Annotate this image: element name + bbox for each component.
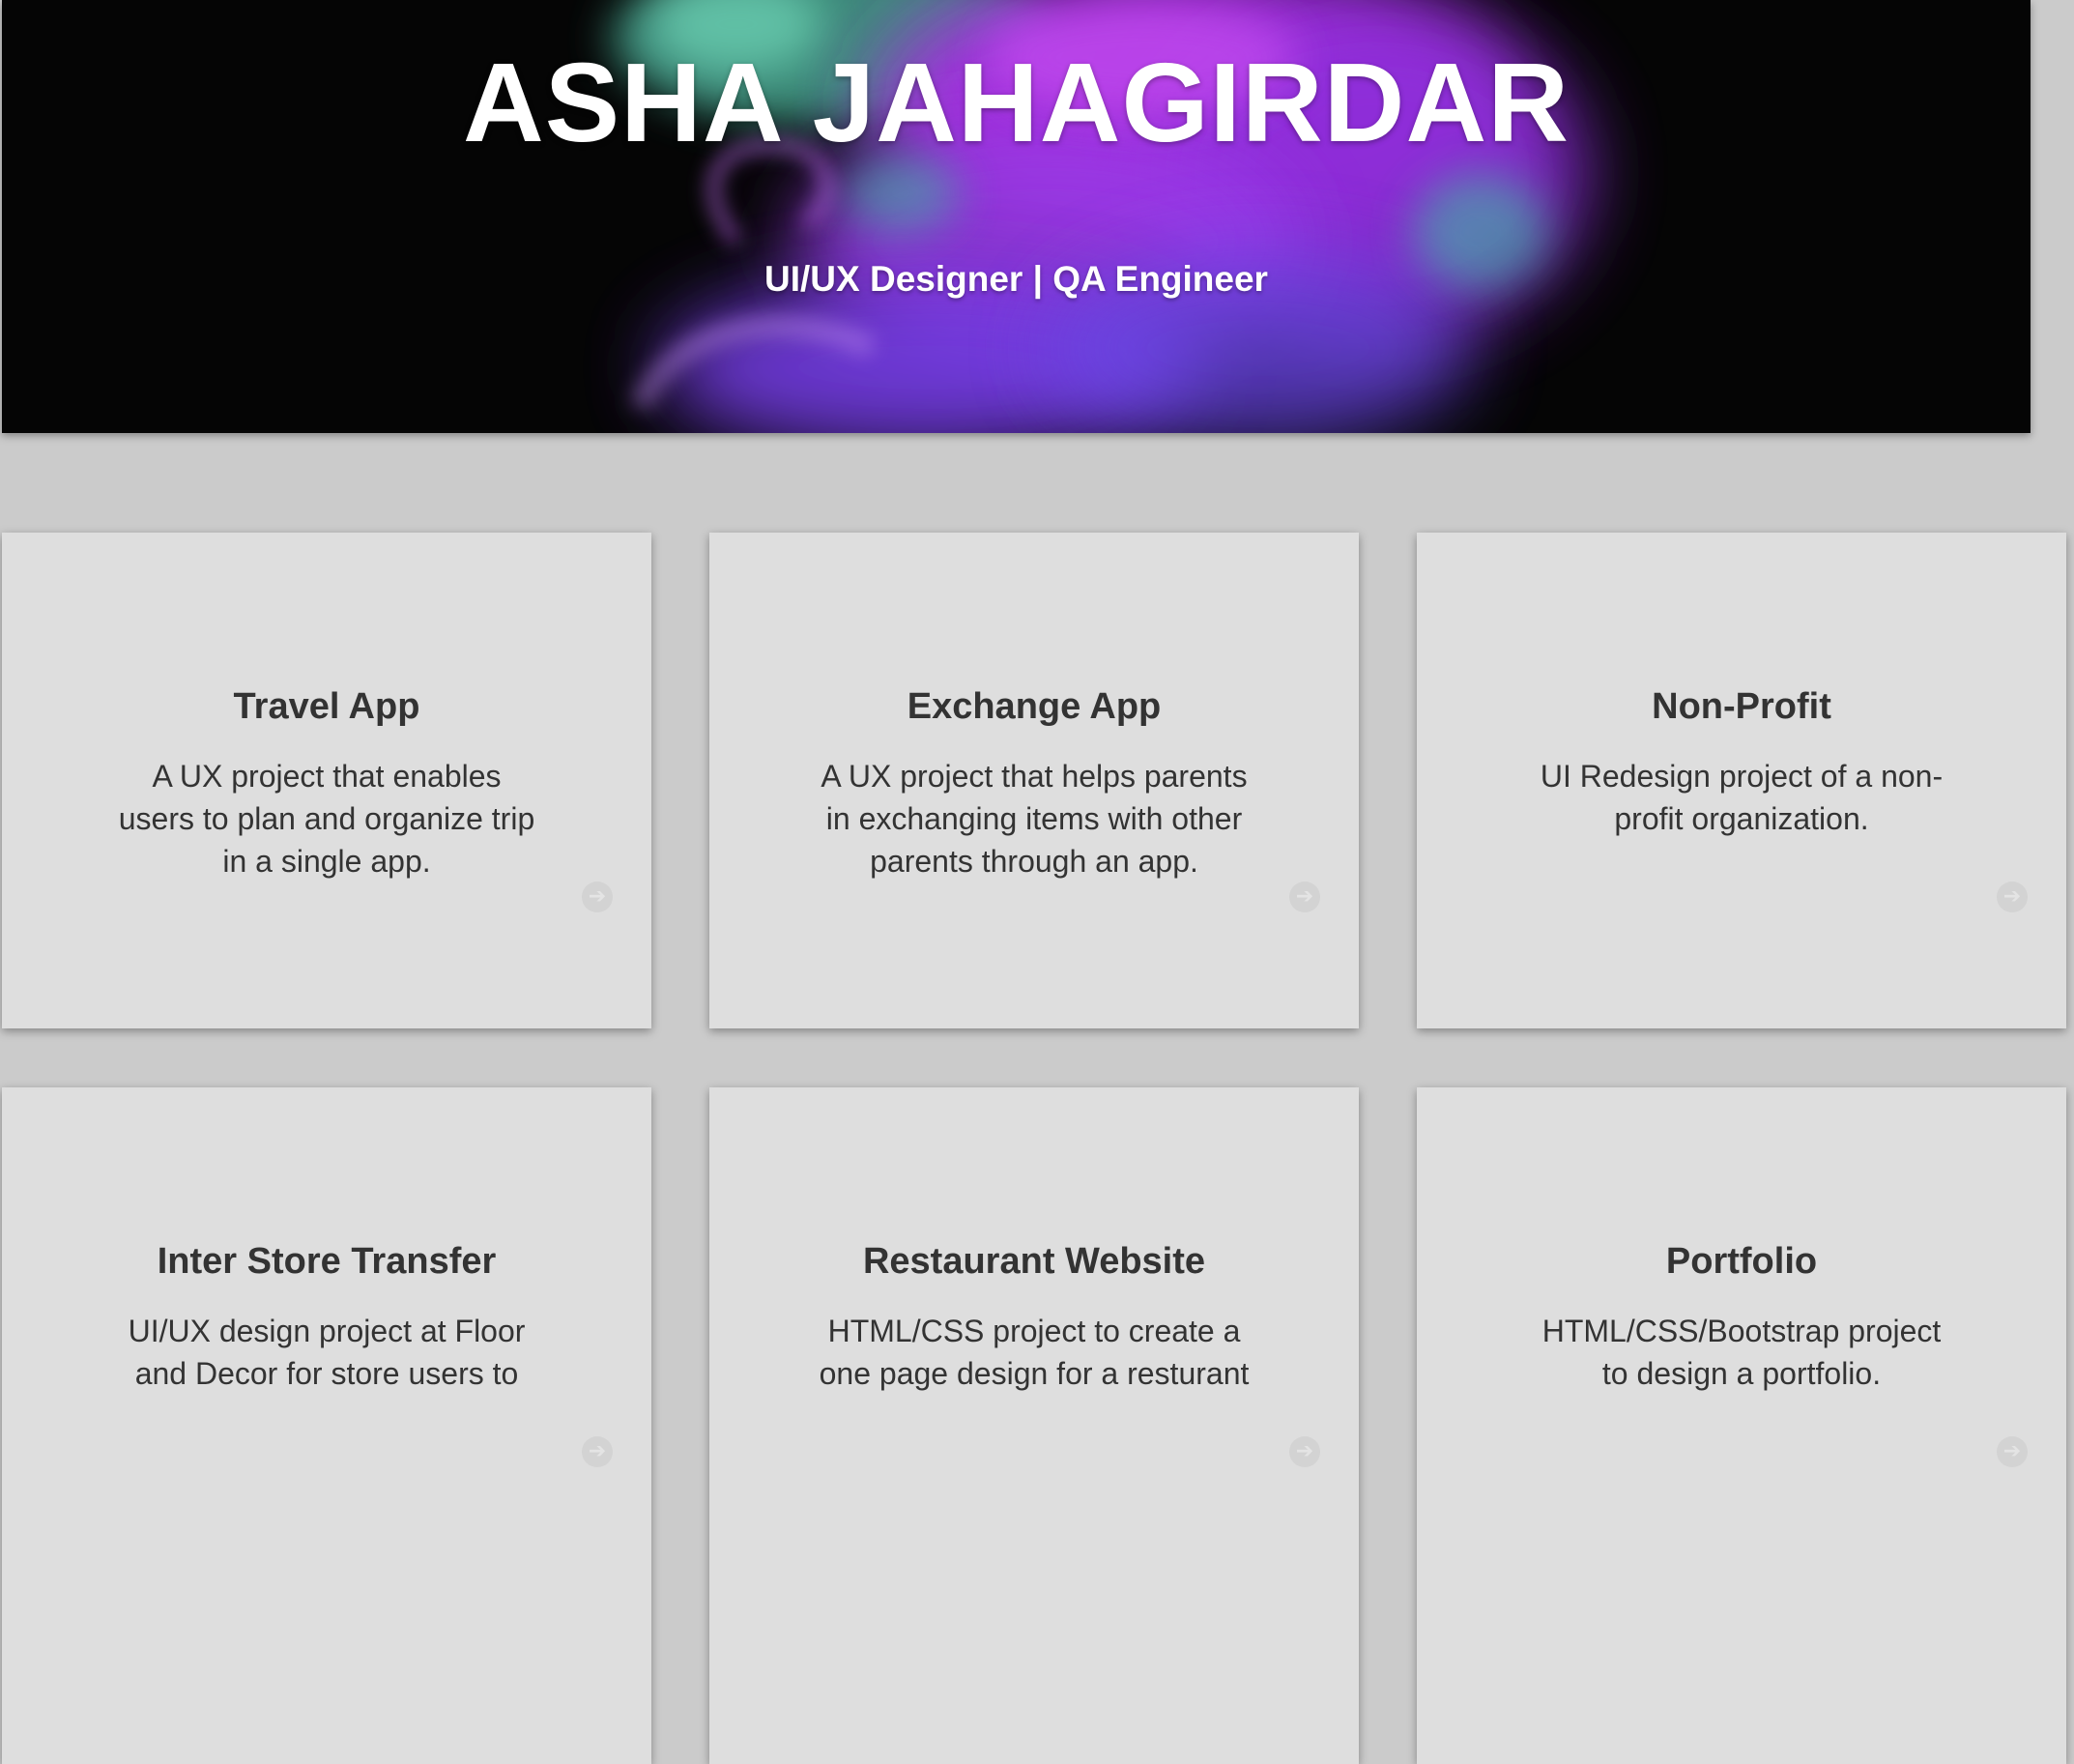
project-description: UI Redesign project of a non-profit orga… <box>1540 759 1944 836</box>
project-card-inter-store-transfer[interactable]: Inter Store Transfer UI/UX design projec… <box>2 1087 651 1764</box>
arrow-right-circle-icon[interactable]: ➔ <box>582 882 613 912</box>
project-card-restaurant-website[interactable]: Restaurant Website HTML/CSS project to c… <box>709 1087 1359 1764</box>
project-description: UI/UX design project at Floor and Decor … <box>128 1314 526 1391</box>
project-card-exchange-app[interactable]: Exchange App A UX project that helps par… <box>709 533 1359 1028</box>
project-title: Non-Profit <box>1652 686 1831 727</box>
project-card-portfolio[interactable]: Portfolio HTML/CSS/Bootstrap project to … <box>1417 1087 2066 1764</box>
hero-subtitle: UI/UX Designer | QA Engineer <box>764 259 1268 299</box>
hero-banner: ASHA JAHAGIRDAR UI/UX Designer | QA Engi… <box>2 0 2031 433</box>
project-description: HTML/CSS/Bootstrap project to design a p… <box>1541 1314 1942 1391</box>
project-title: Restaurant Website <box>862 1241 1206 1282</box>
arrow-right-circle-icon[interactable]: ➔ <box>1997 1436 2028 1467</box>
project-card-travel-app[interactable]: Travel App A UX project that enables use… <box>2 533 651 1028</box>
arrow-right-circle-icon[interactable]: ➔ <box>1289 882 1320 912</box>
project-title: Exchange App <box>907 686 1162 727</box>
project-title: Inter Store Transfer <box>157 1241 497 1282</box>
arrow-right-circle-icon[interactable]: ➔ <box>1289 1436 1320 1467</box>
project-title: Travel App <box>233 686 420 727</box>
project-title: Portfolio <box>1665 1241 1818 1282</box>
hero-title: ASHA JAHAGIRDAR <box>463 40 1570 165</box>
project-description: A UX project that helps parents in excha… <box>821 759 1248 879</box>
project-card-non-profit[interactable]: Non-Profit UI Redesign project of a non-… <box>1417 533 2066 1028</box>
project-description: HTML/CSS project to create a one page de… <box>819 1314 1250 1391</box>
project-description: A UX project that enables users to plan … <box>118 759 535 879</box>
arrow-right-circle-icon[interactable]: ➔ <box>1997 882 2028 912</box>
arrow-right-circle-icon[interactable]: ➔ <box>582 1436 613 1467</box>
